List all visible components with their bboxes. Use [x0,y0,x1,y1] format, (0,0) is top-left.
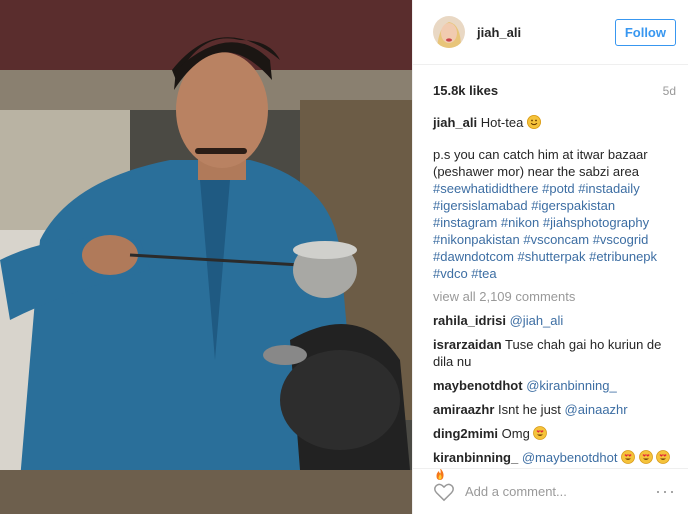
comment-mention[interactable]: @kiranbinning_ [526,378,617,393]
comment-username[interactable]: rahila_idrisi [433,313,506,328]
comments-list: jiah_ali Hot-tea p.s you can catch him a… [413,98,688,483]
comment-username[interactable]: kiranbinning_ [433,450,518,465]
comment-bar: Add a comment... ··· [413,468,688,514]
photo-illustration [0,0,412,514]
heart-eyes-emoji-icon [638,450,653,464]
post-photo[interactable] [0,0,412,514]
more-options-icon[interactable]: ··· [655,481,676,502]
comment-text: Isnt he just [498,402,561,417]
comment-username[interactable]: ding2mimi [433,426,498,441]
comment-item: maybenotdhot @kiranbinning_ [433,377,676,394]
comment-item: amiraazhr Isnt he just @ainaazhr [433,401,676,418]
avatar[interactable] [433,16,465,48]
comment-username[interactable]: maybenotdhot [433,378,523,393]
smile-emoji-icon [526,115,541,129]
avatar-image [433,16,465,48]
post-sidebar: jiah_ali Follow 15.8k likes 5d jiah_ali … [412,0,688,514]
likes-count[interactable]: 15.8k likes [433,83,498,98]
comment-item: ding2mimi Omg [433,425,676,442]
comment-mention[interactable]: @jiah_ali [510,313,564,328]
add-comment-input[interactable]: Add a comment... [465,484,655,499]
caption-body: p.s you can catch him at itwar bazaar (p… [433,147,648,179]
caption-text: Hot-tea [480,115,524,130]
heart-eyes-emoji-icon [656,450,671,464]
comment-item: rahila_idrisi @jiah_ali [433,312,676,329]
heart-eyes-emoji-icon [621,450,635,464]
follow-button[interactable]: Follow [614,18,676,46]
post-meta: 15.8k likes 5d [413,65,688,98]
comment-username[interactable]: amiraazhr [433,402,494,417]
view-all-comments[interactable]: view all 2,109 comments [433,288,676,305]
comment-mention[interactable]: @maybenotdhot [522,450,618,465]
heart-icon[interactable] [433,482,455,502]
caption: jiah_ali Hot-tea p.s you can catch him a… [433,114,676,282]
post-username[interactable]: jiah_ali [477,25,615,40]
comment-item: israrzaidan Tuse chah gai ho kuriun de d… [433,336,676,370]
caption-username[interactable]: jiah_ali [433,115,477,130]
heart-eyes-emoji-icon [533,426,548,440]
comment-mention[interactable]: @ainaazhr [565,402,628,417]
comment-text: Omg [501,426,530,441]
caption-hashtags[interactable]: #seewhatididthere #potd #instadaily #ige… [433,180,676,282]
post-age[interactable]: 5d [663,84,676,98]
comment-username[interactable]: israrzaidan [433,337,502,352]
post-header: jiah_ali Follow [413,0,688,65]
